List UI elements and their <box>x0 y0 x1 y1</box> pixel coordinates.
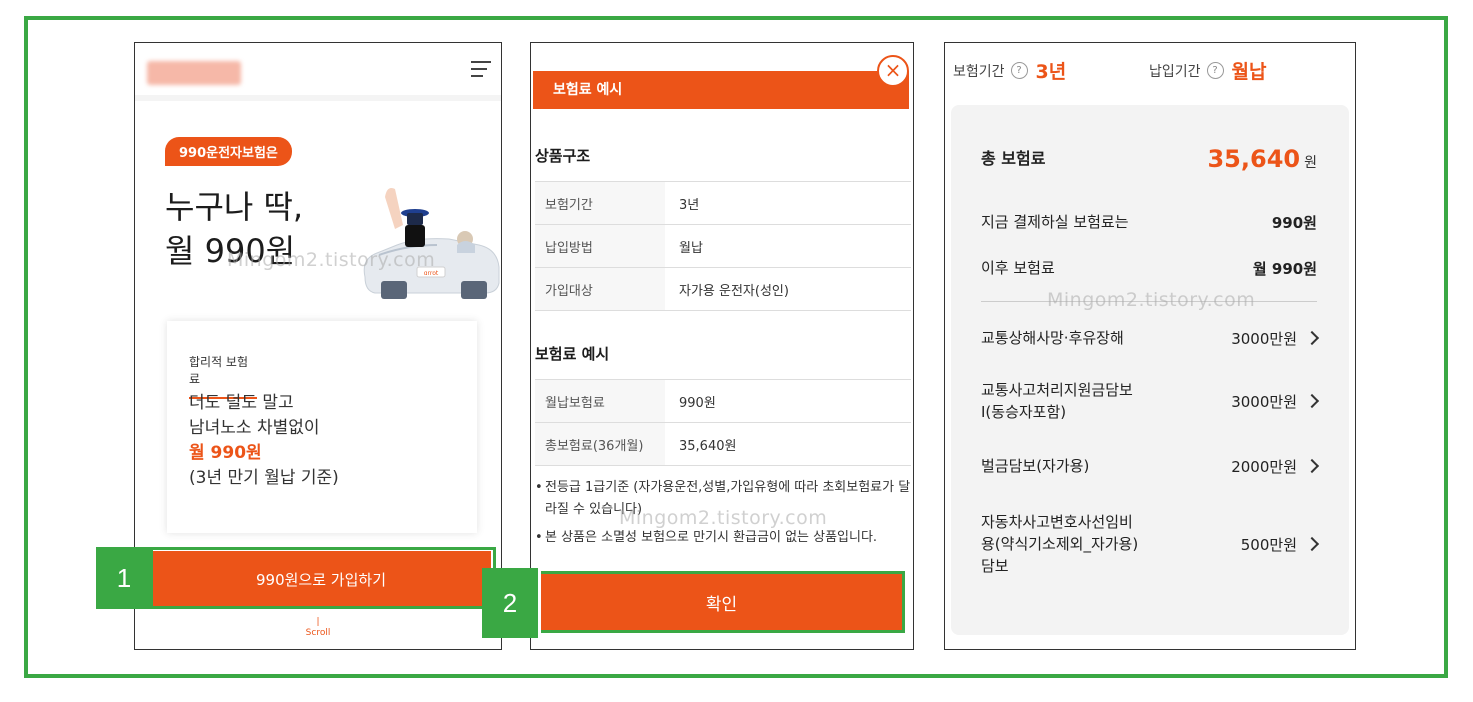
pricing-card-text: 더도 덜도 말고 남녀노소 차별없이 월 990원 (3년 만기 월납 기준) <box>189 391 339 491</box>
row-value: 월납 <box>679 240 703 256</box>
structure-table: 보험기간 3년 납입방법 월납 가입대상 자가용 운전자(성인) <box>535 181 911 311</box>
payment-label: 납입기간 <box>1149 63 1201 80</box>
coverage-label: 교통사고처리지원금담보 Ⅰ(동승자포함) <box>981 379 1133 423</box>
coverage-amount-value: 2000만원 <box>1231 457 1297 476</box>
coverage-label: 자동차사고변호사선임비 용(약식기소제외_자가용) 담보 <box>981 511 1138 577</box>
pay-now-label: 지금 결제하실 보험료는 <box>981 213 1129 231</box>
pricing-price: 월 990원 <box>189 443 262 463</box>
pricing-card: 합리적 보험료 더도 덜도 말고 남녀노소 차별없이 월 990원 (3년 만기… <box>167 321 477 533</box>
pricing-line-1: 더도 덜도 말고 <box>189 393 294 413</box>
payment-value: 월납 <box>1231 61 1267 83</box>
scroll-line-icon: | <box>316 617 320 627</box>
chevron-right-icon <box>1304 393 1320 409</box>
total-premium-label: 총 보험료 <box>981 149 1046 168</box>
scroll-label: Scroll <box>305 628 331 638</box>
car-plate-text: ɑrrot <box>424 270 439 277</box>
coverage-amount: 3000만원 <box>1231 391 1320 412</box>
row-key: 총보험료(36개월) <box>535 423 665 465</box>
help-icon[interactable]: ? <box>1010 62 1028 79</box>
row-key: 납입방법 <box>535 225 665 267</box>
header-divider <box>135 95 501 101</box>
watermark: Mingom2.tistory.com <box>619 507 828 529</box>
step-1-highlight <box>150 547 496 609</box>
watermark: Mingom2.tistory.com <box>1047 289 1256 311</box>
total-premium-row: 총 보험료 35,640 원 <box>981 145 1317 173</box>
coverage-amount-value: 3000만원 <box>1231 392 1297 411</box>
chevron-right-icon <box>1304 536 1320 552</box>
blurred-logo <box>147 61 241 85</box>
step-badge-2: 2 <box>482 568 538 638</box>
confirm-button[interactable]: 확인 <box>541 571 905 633</box>
row-value: 자가용 운전자(성인) <box>679 283 789 299</box>
watermark: Mingom2.tistory.com <box>227 249 436 271</box>
table-row: 가입대상 자가용 운전자(성인) <box>535 268 911 311</box>
convertible-car-illustration: ɑrrot <box>363 188 500 299</box>
period-value: 3년 <box>1035 61 1067 83</box>
table-row: 보험기간 3년 <box>535 182 911 225</box>
after-premium-label: 이후 보험료 <box>981 259 1055 277</box>
total-premium-amount: 35,640 원 <box>1207 145 1317 173</box>
table-row: 총보험료(36개월) 35,640원 <box>535 423 911 466</box>
coverage-label: 교통상해사망·후유장해 <box>981 329 1124 347</box>
coverage-amount-value: 3000만원 <box>1231 329 1297 348</box>
product-tag: 990운전자보험은 <box>165 137 292 166</box>
pay-now-row: 지금 결제하실 보험료는 990원 <box>981 211 1317 233</box>
period-info: 보험기간 ? 3년 <box>953 57 1066 84</box>
chevron-right-icon <box>1304 458 1320 474</box>
coverage-amount: 2000만원 <box>1231 456 1320 477</box>
premium-summary-screen: 보험기간 ? 3년 납입기간 ? 월납 총 보험료 35,640 원 지금 결제하… <box>944 42 1356 650</box>
premium-table: 월납보험료 990원 총보험료(36개월) 35,640원 <box>535 379 911 466</box>
help-icon[interactable]: ? <box>1206 62 1224 79</box>
headline-line-1: 누구나 딱, <box>165 188 304 226</box>
section-premium-example: 보험료 예시 <box>535 345 610 363</box>
table-row: 납입방법 월납 <box>535 225 911 268</box>
coverage-label-line: 용(약식기소제외_자가용) <box>981 535 1139 553</box>
after-premium-value: 월 990원 <box>1252 259 1317 278</box>
row-key: 월납보험료 <box>535 380 665 422</box>
hamburger-menu-icon[interactable] <box>471 61 491 82</box>
coverage-amount: 500만원 <box>1240 534 1320 555</box>
close-icon[interactable]: × <box>877 55 909 87</box>
premium-summary-box: 총 보험료 35,640 원 지금 결제하실 보험료는 990원 이후 보험료 월… <box>951 105 1349 635</box>
coverage-label-line: 자동차사고변호사선임비 <box>981 513 1133 531</box>
coverage-label: 벌금담보(자가용) <box>981 457 1090 475</box>
coverage-row[interactable]: 벌금담보(자가용) 2000만원 <box>981 455 1320 477</box>
pricing-note: (3년 만기 월납 기준) <box>189 468 339 488</box>
coverage-row[interactable]: 교통사고처리지원금담보 Ⅰ(동승자포함) 3000만원 <box>981 379 1320 423</box>
step-badge-1: 1 <box>96 547 152 609</box>
row-value: 3년 <box>679 197 700 213</box>
premium-example-modal: 보험료 예시 × 상품구조 보험기간 3년 납입방법 월납 가입대상 자가용 운… <box>530 42 914 650</box>
pricing-line-2: 남녀노소 차별없이 <box>189 418 320 438</box>
coverage-row[interactable]: 자동차사고변호사선임비 용(약식기소제외_자가용) 담보 500만원 <box>981 511 1320 577</box>
table-row: 월납보험료 990원 <box>535 380 911 423</box>
section-product-structure: 상품구조 <box>535 147 591 165</box>
total-premium-value: 35,640 <box>1207 145 1301 173</box>
after-premium-row: 이후 보험료 월 990원 <box>981 257 1317 279</box>
scroll-indicator: | Scroll <box>135 617 501 639</box>
coverage-label-line: 담보 <box>981 557 1009 575</box>
coverage-amount: 3000만원 <box>1231 328 1320 349</box>
chevron-right-icon <box>1304 330 1320 346</box>
coverage-label-line: Ⅰ(동승자포함) <box>981 403 1067 421</box>
row-key: 보험기간 <box>535 182 665 224</box>
disclaimer-note: 본 상품은 소멸성 보험으로 만기시 환급금이 없는 상품입니다. <box>535 527 911 549</box>
row-key: 가입대상 <box>535 268 665 310</box>
period-label: 보험기간 <box>953 63 1005 80</box>
modal-header-title: 보험료 예시 <box>533 71 909 109</box>
coverage-label-line: 교통사고처리지원금담보 <box>981 381 1133 399</box>
total-premium-unit: 원 <box>1304 155 1317 171</box>
row-value: 990원 <box>679 395 716 411</box>
payment-info: 납입기간 ? 월납 <box>1149 57 1267 84</box>
coverage-row[interactable]: 교통상해사망·후유장해 3000만원 <box>981 327 1320 349</box>
pay-now-value: 990원 <box>1271 213 1317 232</box>
coverage-amount-value: 500만원 <box>1240 535 1297 554</box>
row-value: 35,640원 <box>679 438 737 454</box>
